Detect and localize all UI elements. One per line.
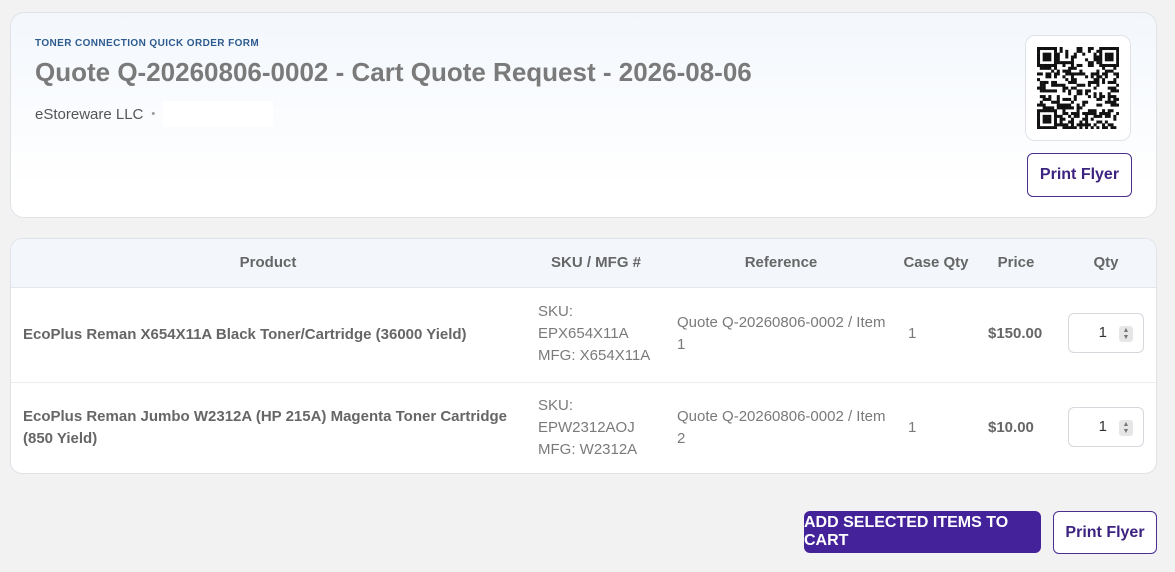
quantity-stepper[interactable]: 1 ▲ ▼ [1068, 407, 1144, 447]
column-header-product: Product [239, 254, 297, 271]
sku-value: EPW2312AOJ [538, 419, 635, 436]
table-row: EcoPlus Reman Jumbo W2312A (HP 215A) Mag… [11, 382, 1156, 473]
price-cell: $10.00 [988, 419, 1034, 436]
price-cell: $150.00 [988, 325, 1043, 342]
column-header-price: Price [997, 254, 1035, 271]
qr-code-box [1025, 35, 1131, 141]
column-header-sku: SKU / MFG # [550, 254, 641, 271]
print-flyer-button[interactable]: Print Flyer [1027, 153, 1132, 197]
column-header-reference: Reference [744, 254, 818, 271]
spinner-arrows-icon[interactable]: ▲ ▼ [1119, 420, 1133, 436]
mfg-value: MFG: W2312A [538, 441, 638, 458]
sku-cell: SKU: EPW2312AOJ MFG: W2312A [538, 395, 668, 461]
company-line: eStoreware LLC • [35, 101, 274, 127]
reference-cell: Quote Q-20260806-0002 / Item 1 [677, 314, 886, 353]
redacted-detail [163, 101, 274, 127]
sku-value: EPX654X11A [538, 325, 629, 342]
quote-items-table: Product SKU / MFG # Reference Case Qty P… [10, 238, 1157, 474]
table-row: EcoPlus Reman X654X11A Black Toner/Cartr… [11, 288, 1156, 383]
print-flyer-button[interactable]: Print Flyer [1053, 511, 1157, 554]
add-selected-to-cart-button[interactable]: ADD SELECTED ITEMS TO CART [804, 511, 1041, 553]
case-qty-cell: 1 [908, 419, 917, 436]
quantity-stepper[interactable]: 1 ▲ ▼ [1068, 313, 1144, 353]
qr-code-icon [1037, 47, 1119, 129]
product-name: EcoPlus Reman X654X11A Black Toner/Cartr… [23, 326, 467, 343]
mfg-value: MFG: X654X11A [538, 347, 651, 364]
column-header-qty: Qty [1093, 254, 1119, 271]
company-name: eStoreware LLC [35, 105, 144, 123]
spinner-arrows-icon[interactable]: ▲ ▼ [1119, 326, 1133, 342]
case-qty-cell: 1 [908, 325, 917, 342]
quantity-value[interactable]: 1 [1099, 418, 1107, 435]
quote-header-card: TONER CONNECTION QUICK ORDER FORM Quote … [10, 12, 1157, 218]
reference-cell: Quote Q-20260806-0002 / Item 2 [677, 408, 886, 447]
page-title: Quote Q-20260806-0002 - Cart Quote Reque… [35, 57, 752, 87]
sku-label: SKU: [538, 303, 574, 320]
product-name: EcoPlus Reman Jumbo W2312A (HP 215A) Mag… [23, 408, 508, 447]
form-eyebrow: TONER CONNECTION QUICK ORDER FORM [35, 38, 260, 49]
sku-label: SKU: [538, 397, 574, 414]
quantity-value[interactable]: 1 [1099, 324, 1107, 341]
sku-cell: SKU: EPX654X11A MFG: X654X11A [538, 301, 668, 367]
column-header-case-qty: Case Qty [903, 254, 969, 271]
table-header: Product SKU / MFG # Reference Case Qty P… [11, 239, 1156, 288]
separator-dot: • [151, 108, 156, 120]
